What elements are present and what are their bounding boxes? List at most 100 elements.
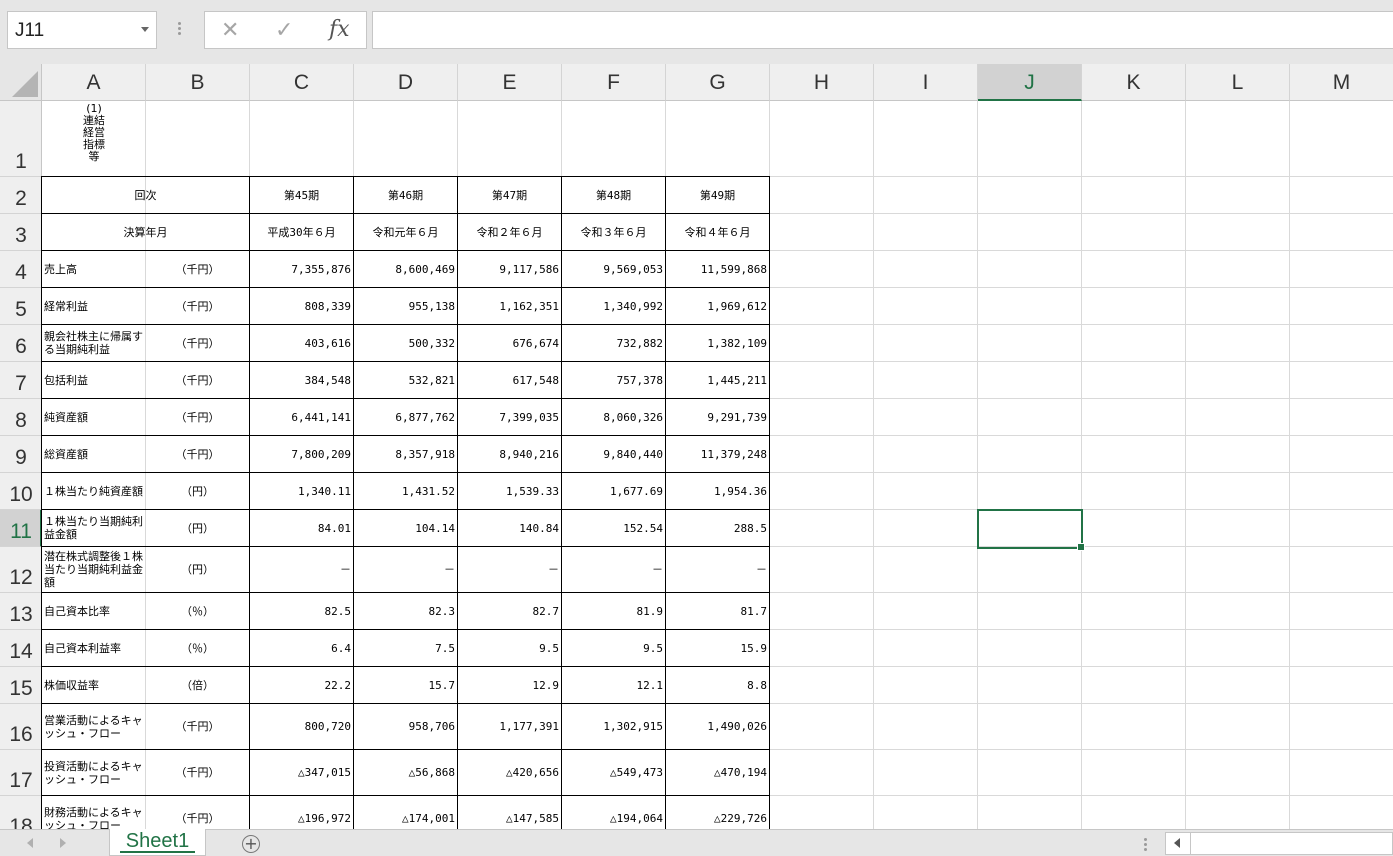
value-cell[interactable]: 1,340.11	[249, 472, 354, 510]
value-cell[interactable]: 1,340,992	[561, 287, 666, 325]
date-header[interactable]: 令和３年６月	[561, 213, 666, 251]
value-cell[interactable]: 81.7	[665, 592, 770, 630]
row-label[interactable]: 親会社株主に帰属する当期純利益	[41, 324, 146, 362]
spreadsheet-grid[interactable]: ABCDEFGHIJKLM 1 2 3 4 5 6 7 8 9 10 11 12 13 14 15 16 17 1…	[0, 64, 1393, 829]
value-cell[interactable]: 732,882	[561, 324, 666, 362]
row-unit[interactable]: （千円）	[146, 287, 250, 325]
value-cell[interactable]: 808,339	[249, 287, 354, 325]
row-unit[interactable]: （千円）	[146, 703, 250, 750]
row-label[interactable]: 投資活動によるキャッシュ・フロー	[41, 749, 146, 796]
row-unit[interactable]: （千円）	[146, 749, 250, 796]
row-unit[interactable]: （円）	[146, 509, 250, 547]
row-unit[interactable]: （円）	[146, 546, 250, 593]
value-cell[interactable]: 7,399,035	[457, 398, 562, 436]
value-cell[interactable]: 8,600,469	[353, 250, 458, 288]
value-cell[interactable]: 757,378	[561, 361, 666, 399]
value-cell[interactable]: 1,954.36	[665, 472, 770, 510]
value-cell[interactable]: △229,726	[665, 795, 770, 829]
value-cell[interactable]: 9,117,586	[457, 250, 562, 288]
value-cell[interactable]: 8,940,216	[457, 435, 562, 473]
column-header-i[interactable]: I	[874, 64, 978, 101]
row-header-11[interactable]: 11	[0, 510, 42, 547]
sheet-tab-sheet1[interactable]: Sheet1	[109, 829, 206, 856]
row-label[interactable]: 純資産額	[41, 398, 146, 436]
row-unit[interactable]: （千円）	[146, 250, 250, 288]
value-cell[interactable]: 82.7	[457, 592, 562, 630]
value-cell[interactable]: 104.14	[353, 509, 458, 547]
column-header-m[interactable]: M	[1290, 64, 1393, 101]
value-cell[interactable]: 6,877,762	[353, 398, 458, 436]
value-cell[interactable]: 288.5	[665, 509, 770, 547]
value-cell[interactable]: 9,840,440	[561, 435, 666, 473]
value-cell[interactable]: 84.01	[249, 509, 354, 547]
value-cell[interactable]: 8.8	[665, 666, 770, 704]
row-header-17[interactable]: 17	[0, 750, 42, 796]
column-header-e[interactable]: E	[458, 64, 562, 101]
row-header-2[interactable]: 2	[0, 177, 42, 214]
row-unit[interactable]: （千円）	[146, 398, 250, 436]
sheet-title[interactable]: (1) 連結 経営 指標 等	[42, 101, 146, 177]
fill-handle[interactable]	[1077, 543, 1085, 551]
selected-cell[interactable]	[977, 509, 1085, 551]
value-cell[interactable]: 1,490,026	[665, 703, 770, 750]
cancel-icon[interactable]: ✕	[221, 18, 239, 43]
value-cell[interactable]: 11,379,248	[665, 435, 770, 473]
value-cell[interactable]: 82.3	[353, 592, 458, 630]
row-unit[interactable]: （千円）	[146, 795, 250, 829]
value-cell[interactable]: 140.84	[457, 509, 562, 547]
row-header-4[interactable]: 4	[0, 251, 42, 288]
value-cell[interactable]: 12.9	[457, 666, 562, 704]
value-cell[interactable]: 7,800,209	[249, 435, 354, 473]
value-cell[interactable]: －	[249, 546, 354, 593]
value-cell[interactable]: 958,706	[353, 703, 458, 750]
check-icon[interactable]: ✓	[275, 18, 293, 43]
value-cell[interactable]: △347,015	[249, 749, 354, 796]
value-cell[interactable]: 6,441,141	[249, 398, 354, 436]
column-header-b[interactable]: B	[146, 64, 250, 101]
period-header[interactable]: 第46期	[353, 176, 458, 214]
value-cell[interactable]: 22.2	[249, 666, 354, 704]
row-label[interactable]: １株当たり当期純利益金額	[41, 509, 146, 547]
row-label[interactable]: 潜在株式調整後１株当たり当期純利益金額	[41, 546, 146, 593]
period-header[interactable]: 第45期	[249, 176, 354, 214]
value-cell[interactable]: △470,194	[665, 749, 770, 796]
column-header-d[interactable]: D	[354, 64, 458, 101]
select-all-button[interactable]	[0, 64, 42, 101]
value-cell[interactable]: 1,431.52	[353, 472, 458, 510]
value-cell[interactable]: －	[561, 546, 666, 593]
value-cell[interactable]: 9,291,739	[665, 398, 770, 436]
value-cell[interactable]: 1,677.69	[561, 472, 666, 510]
value-cell[interactable]: 9.5	[457, 629, 562, 667]
row-header-9[interactable]: 9	[0, 436, 42, 473]
row-label[interactable]: 総資産額	[41, 435, 146, 473]
row-label[interactable]: 売上高	[41, 250, 146, 288]
value-cell[interactable]: △147,585	[457, 795, 562, 829]
value-cell[interactable]: △194,064	[561, 795, 666, 829]
period-header[interactable]: 第48期	[561, 176, 666, 214]
value-cell[interactable]: 7.5	[353, 629, 458, 667]
value-cell[interactable]: 1,382,109	[665, 324, 770, 362]
column-header-a[interactable]: A	[42, 64, 146, 101]
value-cell[interactable]: 81.9	[561, 592, 666, 630]
chevron-down-icon[interactable]	[141, 27, 149, 32]
row-unit[interactable]: （円）	[146, 472, 250, 510]
row-header-10[interactable]: 10	[0, 473, 42, 510]
value-cell[interactable]: 532,821	[353, 361, 458, 399]
row-label[interactable]: 包括利益	[41, 361, 146, 399]
row-header-1[interactable]: 1	[0, 101, 42, 177]
column-header-k[interactable]: K	[1082, 64, 1186, 101]
row-label[interactable]: 株価収益率	[41, 666, 146, 704]
header-label-periods[interactable]: 回次	[41, 176, 250, 214]
add-sheet-button[interactable]: +	[242, 835, 260, 853]
row-header-6[interactable]: 6	[0, 325, 42, 362]
header-label-dates[interactable]: 決算年月	[41, 213, 250, 251]
value-cell[interactable]: 82.5	[249, 592, 354, 630]
row-unit[interactable]: （％）	[146, 629, 250, 667]
date-header[interactable]: 令和４年６月	[665, 213, 770, 251]
value-cell[interactable]: △56,868	[353, 749, 458, 796]
column-header-c[interactable]: C	[250, 64, 354, 101]
date-header[interactable]: 平成30年６月	[249, 213, 354, 251]
value-cell[interactable]: 384,548	[249, 361, 354, 399]
value-cell[interactable]: 12.1	[561, 666, 666, 704]
value-cell[interactable]: 9,569,053	[561, 250, 666, 288]
